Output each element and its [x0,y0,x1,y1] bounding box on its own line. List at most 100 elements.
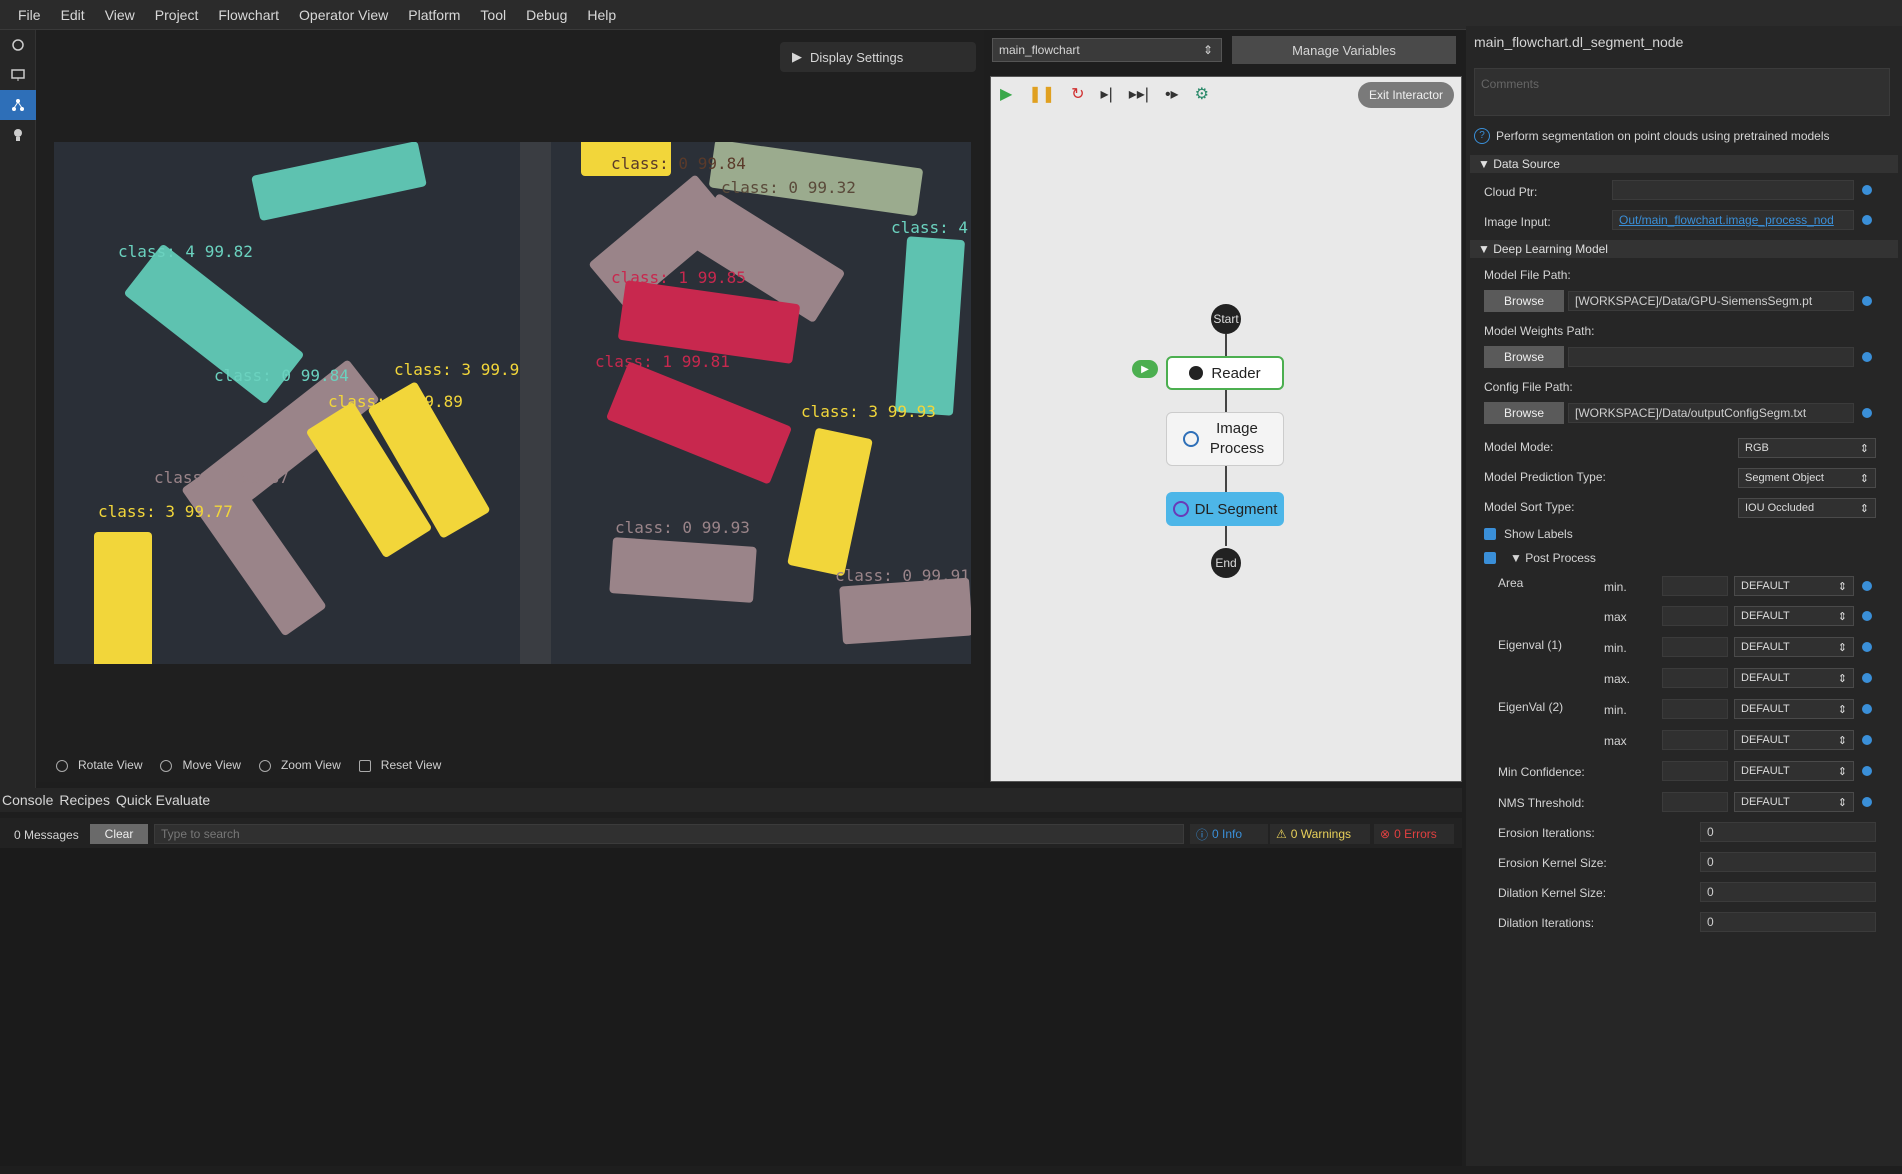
section-data-source[interactable]: ▼ Data Source [1470,155,1898,173]
link-dot-icon[interactable] [1862,797,1872,807]
eigenval2-max-field[interactable] [1662,730,1728,750]
errors-filter-button[interactable]: ⊗ 0 Errors [1374,824,1454,844]
menu-tool[interactable]: Tool [470,7,516,23]
dilation-iterations-field[interactable]: 0 [1700,912,1876,932]
tool-flowchart[interactable] [0,90,36,120]
erosion-kernel-field[interactable]: 0 [1700,852,1876,872]
menu-platform[interactable]: Platform [398,7,470,23]
eigenval1-min-field[interactable] [1662,637,1728,657]
browse-model-weights-button[interactable]: Browse [1484,346,1564,368]
info-filter-button[interactable]: ⓘ 0 Info [1190,824,1268,844]
connector [1225,334,1227,356]
move-view-button[interactable]: Move View [160,758,241,772]
browse-model-file-button[interactable]: Browse [1484,290,1564,312]
exit-interactor-button[interactable]: Exit Interactor [1358,82,1454,108]
menu-view[interactable]: View [95,7,145,23]
model-file-path-label: Model File Path: [1484,268,1571,282]
area-max-select[interactable]: DEFAULT ⇕ [1734,606,1854,626]
eigenval1-max-field[interactable] [1662,668,1728,688]
flowchart-toolbar: ▶ ❚❚ ↻ ▸| ▸▸| •▸ ⚙ [1000,82,1209,106]
zoom-view-button[interactable]: Zoom View [258,758,341,772]
link-dot-icon[interactable] [1862,704,1872,714]
tool-lightbulb[interactable] [0,120,36,150]
rotate-view-button[interactable]: Rotate View [56,758,142,772]
tab-console[interactable]: Console [0,792,57,808]
browse-config-file-button[interactable]: Browse [1484,402,1564,424]
link-dot-icon[interactable] [1862,581,1872,591]
left-toolbar [0,30,36,790]
post-process-checkbox[interactable] [1484,552,1496,564]
link-dot-icon[interactable] [1862,766,1872,776]
node-end[interactable]: End [1211,548,1241,578]
area-max-field[interactable] [1662,606,1728,626]
menu-help[interactable]: Help [577,7,626,23]
menu-flowchart[interactable]: Flowchart [208,7,289,23]
flowchart-select[interactable]: main_flowchart ⇕ [992,38,1222,62]
comments-field[interactable]: Comments [1474,68,1890,116]
min-confidence-select[interactable]: DEFAULT ⇕ [1734,761,1854,781]
display-settings-button[interactable]: ▶ Display Settings [780,42,976,72]
step-icon[interactable]: ▸| [1101,84,1113,104]
link-dot-icon[interactable] [1862,673,1872,683]
restart-icon[interactable]: ↻ [1071,84,1084,104]
model-file-path-field[interactable]: [WORKSPACE]/Data/GPU-SiemensSegm.pt [1568,291,1854,311]
manage-variables-button[interactable]: Manage Variables [1232,36,1456,64]
eigenval2-min-select[interactable]: DEFAULT ⇕ [1734,699,1854,719]
cloud-ptr-field[interactable] [1612,180,1854,200]
detection-label: class: 0 99.32 [721,178,856,197]
area-min-field[interactable] [1662,576,1728,596]
monitor-icon [11,69,25,81]
link-dot-icon[interactable] [1862,611,1872,621]
model-sort-type-select[interactable]: IOU Occluded ⇕ [1738,498,1876,518]
eigenval2-min-label: min. [1604,703,1627,717]
model-mode-select[interactable]: RGB ⇕ [1738,438,1876,458]
section-deep-learning-model[interactable]: ▼ Deep Learning Model [1470,240,1898,258]
node-start[interactable]: Start [1211,304,1241,334]
pause-icon[interactable]: ❚❚ [1028,84,1055,104]
dilation-iterations-label: Dilation Iterations: [1498,916,1595,930]
eigenval2-max-select[interactable]: DEFAULT ⇕ [1734,730,1854,750]
debug-icon[interactable]: ⚙ [1195,84,1209,104]
node-dl-segment[interactable]: DL Segment [1166,492,1284,526]
play-icon[interactable]: ▶ [1000,84,1012,104]
link-dot-icon[interactable] [1862,352,1872,362]
tab-quick-evaluate[interactable]: Quick Evaluate [114,792,214,808]
dilation-kernel-field[interactable]: 0 [1700,882,1876,902]
eigenval1-max-select[interactable]: DEFAULT ⇕ [1734,668,1854,688]
area-min-select[interactable]: DEFAULT ⇕ [1734,576,1854,596]
eigenval1-min-select[interactable]: DEFAULT ⇕ [1734,637,1854,657]
show-labels-checkbox[interactable] [1484,528,1496,540]
link-dot-icon[interactable] [1862,296,1872,306]
menu-file[interactable]: File [8,7,51,23]
menu-edit[interactable]: Edit [51,7,95,23]
link-dot-icon[interactable] [1862,215,1872,225]
link-dot-icon[interactable] [1862,642,1872,652]
image-input-field[interactable]: Out/main_flowchart.image_process_nod [1612,210,1854,230]
tool-monitor[interactable] [0,60,36,90]
erosion-iterations-field[interactable]: 0 [1700,822,1876,842]
console-search-input[interactable]: Type to search [154,824,1184,844]
eigenval2-min-field[interactable] [1662,699,1728,719]
node-reader[interactable]: Reader [1166,356,1284,390]
nms-threshold-select[interactable]: DEFAULT ⇕ [1734,792,1854,812]
nms-threshold-field[interactable] [1662,792,1728,812]
warnings-filter-button[interactable]: ⚠ 0 Warnings [1270,824,1370,844]
menu-debug[interactable]: Debug [516,7,577,23]
menu-operator-view[interactable]: Operator View [289,7,398,23]
model-prediction-type-select[interactable]: Segment Object ⇕ [1738,468,1876,488]
min-confidence-field[interactable] [1662,761,1728,781]
console-output[interactable] [0,848,1462,1166]
node-image-process[interactable]: Image Process [1166,412,1284,466]
run-to-icon[interactable]: •▸ [1165,84,1179,104]
tool-camera[interactable] [0,30,36,60]
reset-view-button[interactable]: Reset View [358,758,441,772]
link-dot-icon[interactable] [1862,735,1872,745]
tab-recipes[interactable]: Recipes [57,792,114,808]
menu-project[interactable]: Project [145,7,209,23]
model-weights-path-field[interactable] [1568,347,1854,367]
config-file-path-field[interactable]: [WORKSPACE]/Data/outputConfigSegm.txt [1568,403,1854,423]
link-dot-icon[interactable] [1862,408,1872,418]
clear-button[interactable]: Clear [90,824,148,844]
link-dot-icon[interactable] [1862,185,1872,195]
fast-forward-icon[interactable]: ▸▸| [1129,84,1149,104]
